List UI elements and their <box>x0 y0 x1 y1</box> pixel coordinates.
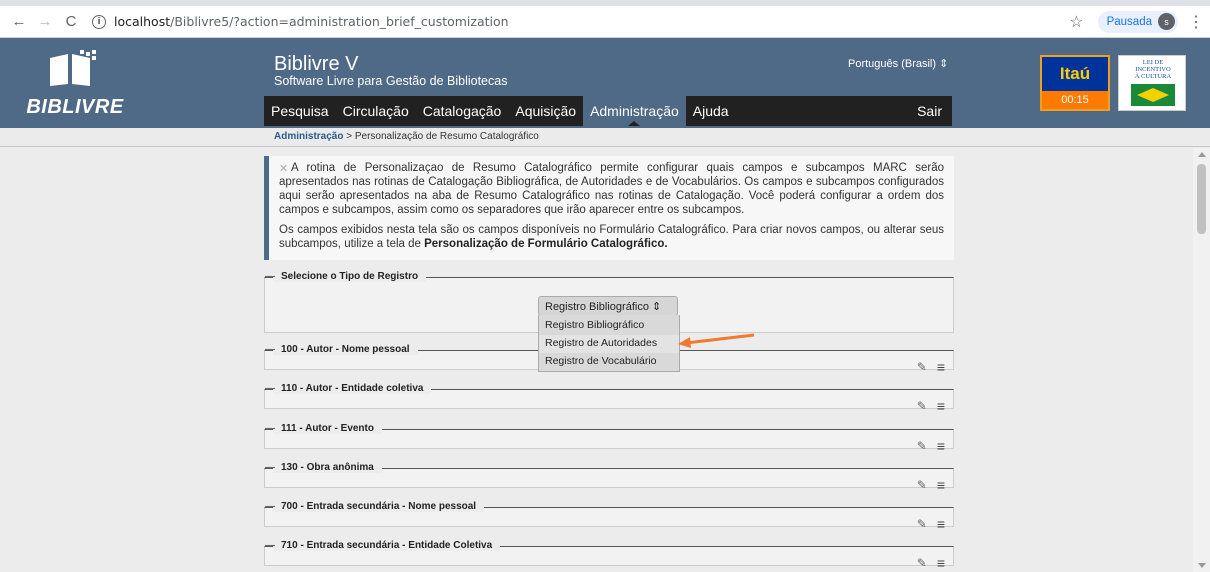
hamburger-icon[interactable]: ≡ <box>937 477 945 493</box>
pause-label: Pausada <box>1106 15 1152 28</box>
menu-administracao[interactable]: Administração <box>583 96 686 126</box>
pencil-icon[interactable]: ✎ <box>917 556 927 570</box>
logo-text: BIBLIVRE <box>26 96 124 118</box>
avatar: s <box>1158 13 1175 30</box>
main-menu: Pesquisa Circulação Catalogação Aquisiçã… <box>264 96 952 126</box>
pencil-icon[interactable]: ✎ <box>917 439 927 453</box>
brazil-flag-icon <box>1131 84 1175 106</box>
breadcrumb: Administração > Personalização de Resumo… <box>274 131 539 142</box>
field-row: 110 - Autor - Entidade coletiva ✎≡ <box>264 383 954 414</box>
back-icon[interactable]: ← <box>8 11 30 33</box>
record-type-dropdown: Registro Bibliográfico Registro de Autor… <box>538 315 680 372</box>
scroll-down-icon[interactable] <box>1198 563 1206 568</box>
field-row: 111 - Autor - Evento ✎≡ <box>264 423 954 454</box>
url-path: /Biblivre5/?action=administration_brief_… <box>170 14 509 29</box>
bookmark-star-icon[interactable]: ☆ <box>1069 12 1083 32</box>
field-label: 111 - Autor - Evento <box>265 423 382 434</box>
pencil-icon[interactable]: ✎ <box>917 360 927 374</box>
field-label: 130 - Obra anônima <box>265 462 382 473</box>
book-logo-icon <box>50 50 96 86</box>
menu-catalogacao[interactable]: Catalogação <box>416 96 509 126</box>
app-header: BIBLIVRE Biblivre V Software Livre para … <box>0 38 1210 128</box>
record-type-legend: Selecione o Tipo de Registro <box>265 271 427 282</box>
close-icon[interactable]: ✕ <box>279 162 288 176</box>
field-label: 700 - Entrada secundária - Nome pessoal <box>265 501 485 512</box>
field-label: 710 - Entrada secundária - Entidade Cole… <box>265 540 501 551</box>
record-type-select[interactable]: Registro Bibliográfico ⇕ <box>538 296 678 316</box>
info-paragraph-2: Os campos exibidos nesta tela são os cam… <box>279 223 944 251</box>
field-tools: ✎ ≡ <box>917 516 945 532</box>
field-tools: ✎ ≡ <box>917 438 945 454</box>
browser-menu-icon[interactable]: ⋮ <box>1188 12 1204 32</box>
scroll-thumb[interactable] <box>1197 164 1206 234</box>
breadcrumb-bar: Administração > Personalização de Resumo… <box>0 128 1210 147</box>
profile-paused-button[interactable]: Pausada s <box>1097 10 1178 33</box>
menu-aquisicao[interactable]: Aquisição <box>508 96 583 126</box>
field-label: 110 - Autor - Entidade coletiva <box>265 383 432 394</box>
page-scrollbar[interactable] <box>1193 148 1210 572</box>
hamburger-icon[interactable]: ≡ <box>937 516 945 532</box>
itau-sponsor: Itaú 00:15 <box>1040 55 1110 111</box>
session-timer: 00:15 <box>1061 94 1089 106</box>
info-box: ✕ A rotina de Personalizaçao de Resumo C… <box>264 156 954 260</box>
url-host: localhost <box>114 14 171 29</box>
pencil-icon[interactable]: ✎ <box>917 478 927 492</box>
field-row: 700 - Entrada secundária - Nome pessoal … <box>264 501 954 532</box>
field-tools: ✎ ≡ <box>917 359 945 375</box>
menu-circulacao[interactable]: Circulação <box>336 96 416 126</box>
field-tools: ✎ ≡ <box>917 398 945 414</box>
biblivre-logo[interactable]: BIBLIVRE <box>20 46 130 120</box>
hamburger-icon[interactable]: ≡ <box>937 555 945 571</box>
language-select[interactable]: Português (Brasil) ⇕ <box>848 57 948 70</box>
hamburger-icon[interactable]: ≡ <box>937 359 945 375</box>
menu-ajuda[interactable]: Ajuda <box>686 96 736 126</box>
field-tools: ✎ ≡ <box>917 555 945 571</box>
hamburger-icon[interactable]: ≡ <box>937 398 945 414</box>
lei-incentivo-logo: LEI DE INCENTIVO À CULTURA <box>1118 55 1186 111</box>
menu-pesquisa[interactable]: Pesquisa <box>264 96 336 126</box>
reload-icon[interactable]: C <box>60 11 82 33</box>
url-bar[interactable]: i localhost /Biblivre5/?action=administr… <box>86 10 1069 34</box>
itau-logo: Itaú <box>1042 57 1108 91</box>
field-label: 100 - Autor - Nome pessoal <box>265 344 418 355</box>
logout-button[interactable]: Sair <box>910 96 952 126</box>
option-autoridades[interactable]: Registro de Autoridades <box>539 335 679 353</box>
scroll-up-icon[interactable] <box>1198 152 1206 157</box>
main-content: ✕ A rotina de Personalizaçao de Resumo C… <box>264 148 954 572</box>
lei-text: LEI DE INCENTIVO À CULTURA <box>1134 59 1172 80</box>
field-row: 130 - Obra anônima ✎≡ <box>264 462 954 493</box>
field-row: 710 - Entrada secundária - Entidade Cole… <box>264 540 954 571</box>
annotation-arrow <box>678 333 755 348</box>
app-title: Biblivre V <box>274 53 359 75</box>
hamburger-icon[interactable]: ≡ <box>937 438 945 454</box>
option-vocabulario[interactable]: Registro de Vocabulário <box>539 353 679 371</box>
forward-icon[interactable]: → <box>34 11 56 33</box>
app-subtitle: Software Livre para Gestão de Biblioteca… <box>274 74 508 88</box>
option-bibliografico[interactable]: Registro Bibliográfico <box>539 317 679 335</box>
info-paragraph-1: A rotina de Personalizaçao de Resumo Cat… <box>279 162 944 216</box>
site-info-icon[interactable]: i <box>92 14 106 29</box>
field-tools: ✎ ≡ <box>917 477 945 493</box>
breadcrumb-administracao-link[interactable]: Administração <box>274 131 343 142</box>
browser-toolbar: ← → C i localhost /Biblivre5/?action=adm… <box>0 6 1210 38</box>
form-customization-link[interactable]: Personalização de Formulário Catalográfi… <box>424 238 667 250</box>
pencil-icon[interactable]: ✎ <box>917 517 927 531</box>
breadcrumb-current: > Personalização de Resumo Catalográfico <box>343 131 539 142</box>
pencil-icon[interactable]: ✎ <box>917 399 927 413</box>
